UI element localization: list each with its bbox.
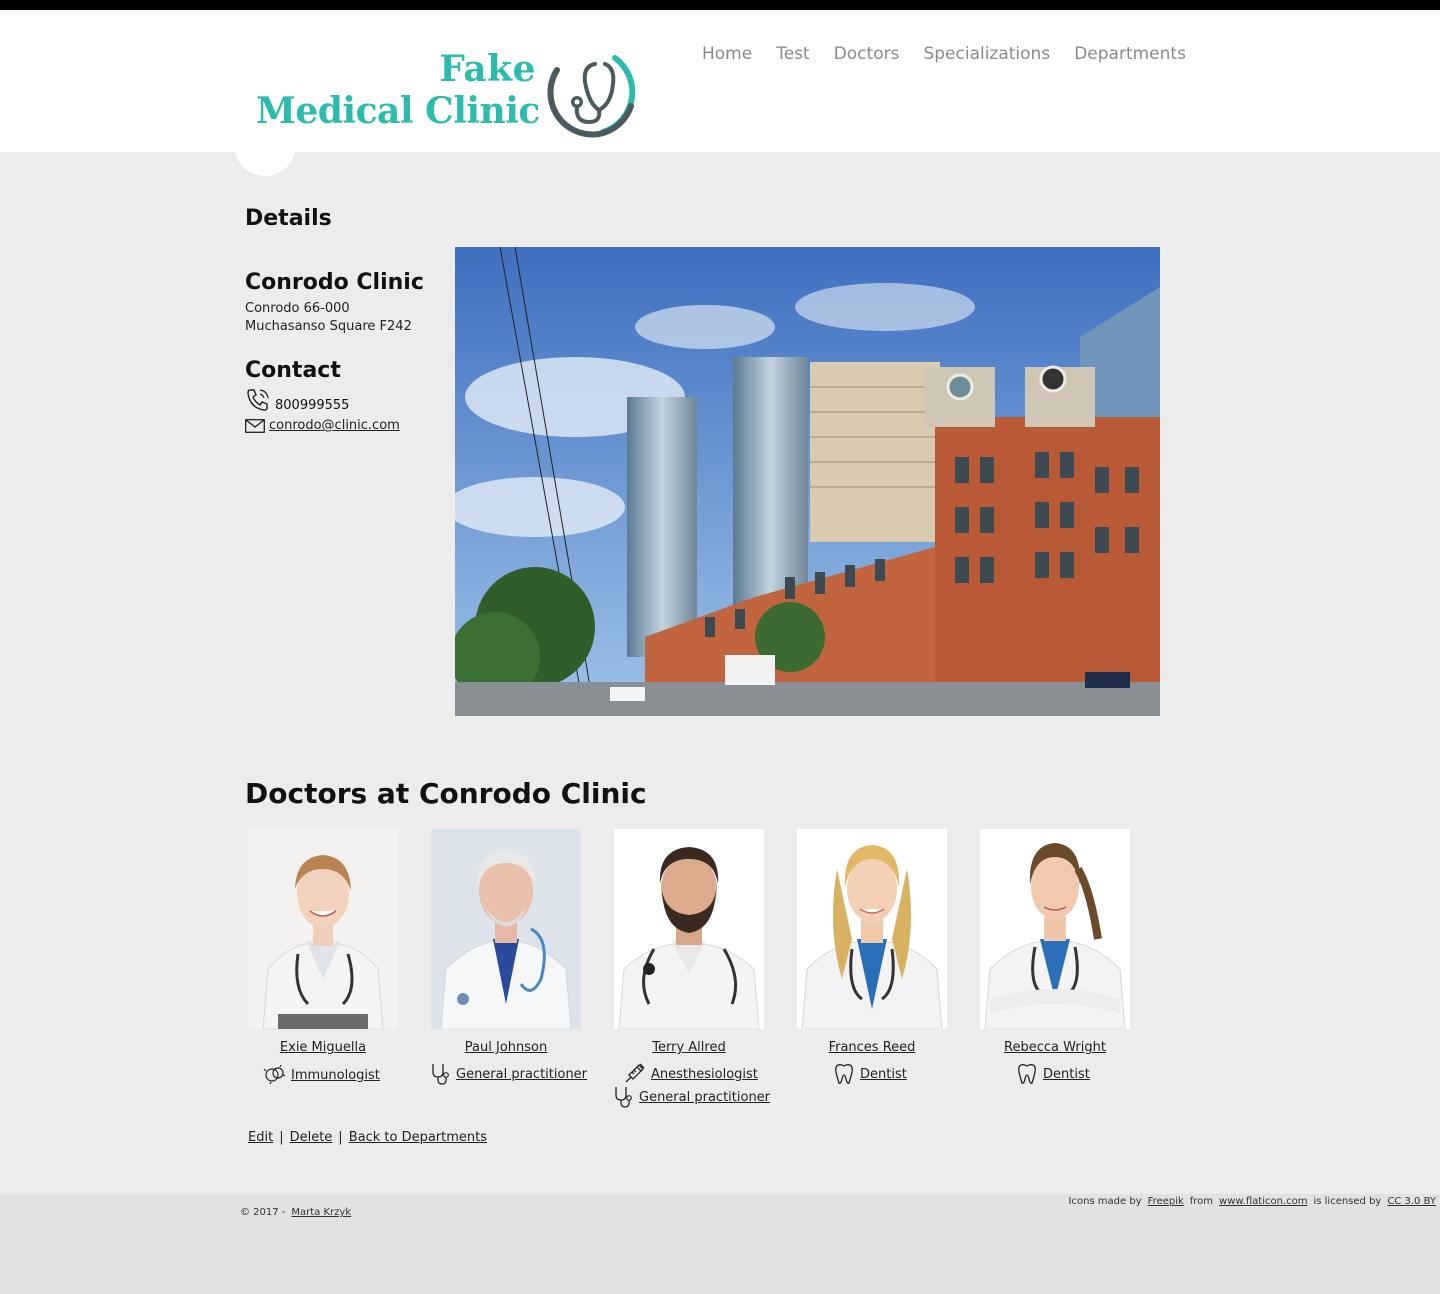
doctor-card: Terry Allred Anesthesiologist General pr… xyxy=(611,829,794,1108)
doctor-card: Exie Miguella Immunologist xyxy=(245,829,428,1085)
nav-departments[interactable]: Departments xyxy=(1074,44,1186,64)
nav-test[interactable]: Test xyxy=(776,44,809,64)
doctor-specialization: Dentist xyxy=(1017,1063,1090,1085)
specialization-link[interactable]: Immunologist xyxy=(291,1068,380,1083)
stethoscope-logo-icon xyxy=(547,55,636,138)
nav-specializations[interactable]: Specializations xyxy=(923,44,1050,64)
back-to-departments-link[interactable]: Back to Departments xyxy=(349,1130,487,1145)
phone-number: 800999555 xyxy=(275,398,350,413)
doctor-photo[interactable] xyxy=(431,829,581,1029)
stethoscope-icon xyxy=(432,1064,449,1085)
page-actions: Edit | Delete | Back to Departments xyxy=(248,1130,487,1145)
doctor-photo[interactable] xyxy=(614,829,764,1029)
specialization-link[interactable]: General practitioner xyxy=(639,1090,770,1105)
nav-home[interactable]: Home xyxy=(702,44,752,64)
delete-link[interactable]: Delete xyxy=(290,1130,333,1145)
license-link[interactable]: CC 3.0 BY xyxy=(1387,1196,1436,1207)
doctor-specialization: General practitioner xyxy=(613,1086,770,1108)
address-line1: Conrodo 66-000 xyxy=(245,301,350,316)
doctors-heading: Doctors at Conrodo Clinic xyxy=(245,777,647,810)
doctor-specialization: General practitioner xyxy=(430,1063,587,1085)
doctor-card: Rebecca Wright Dentist xyxy=(977,829,1160,1084)
doctor-specialization: Immunologist xyxy=(263,1065,380,1085)
flaticon-link[interactable]: www.flaticon.com xyxy=(1219,1196,1307,1207)
credits-from: from xyxy=(1189,1196,1214,1207)
immune-icon xyxy=(263,1065,285,1085)
author-link[interactable]: Marta Krzyk xyxy=(291,1207,351,1218)
copyright: © 2017 - Marta Krzyk xyxy=(240,1207,351,1218)
copyright-text: © 2017 - xyxy=(240,1207,286,1218)
details-heading: Details xyxy=(245,206,332,231)
site-header xyxy=(0,10,1440,152)
icon-credits: Icons made by Freepik from www.flaticon.… xyxy=(1069,1196,1436,1207)
doctor-name-link[interactable]: Paul Johnson xyxy=(428,1040,584,1055)
doctor-photo[interactable] xyxy=(248,829,398,1029)
doctor-name-link[interactable]: Rebecca Wright xyxy=(977,1040,1133,1055)
tooth-icon xyxy=(835,1064,853,1084)
credits-prefix: Icons made by xyxy=(1068,1196,1142,1207)
doctor-photo[interactable] xyxy=(797,829,947,1029)
address-line2: Muchasanso Square F242 xyxy=(245,319,412,334)
specialization-link[interactable]: Dentist xyxy=(1043,1067,1090,1082)
logo-text-fake: Fake xyxy=(439,48,536,90)
separator: | xyxy=(279,1130,284,1145)
specialization-link[interactable]: General practitioner xyxy=(456,1067,587,1082)
contact-heading: Contact xyxy=(245,358,341,383)
doctor-name-link[interactable]: Exie Miguella xyxy=(245,1040,401,1055)
specialization-link[interactable]: Dentist xyxy=(860,1067,907,1082)
email-row: conrodo@clinic.com xyxy=(245,418,400,433)
site-logo[interactable]: Fake Medical Clinic xyxy=(256,38,646,148)
doctor-card: Frances Reed Dentist xyxy=(794,829,977,1084)
doctor-specialization: Anesthesiologist xyxy=(623,1063,758,1085)
top-black-bar xyxy=(0,0,1440,10)
phone-icon xyxy=(247,389,269,411)
clinic-name: Conrodo Clinic xyxy=(245,270,424,295)
syringe-icon xyxy=(625,1063,645,1083)
email-link[interactable]: conrodo@clinic.com xyxy=(269,418,400,433)
doctor-specialization: Dentist xyxy=(834,1063,907,1085)
clinic-building-photo xyxy=(455,247,1160,716)
tooth-icon xyxy=(1018,1064,1036,1084)
doctor-name-link[interactable]: Frances Reed xyxy=(794,1040,950,1055)
site-footer xyxy=(0,1194,1440,1294)
doctor-card: Paul Johnson General practitioner xyxy=(428,829,611,1085)
nav-doctors[interactable]: Doctors xyxy=(834,44,900,64)
main-nav: Home Test Doctors Specializations Depart… xyxy=(690,44,1198,64)
phone-row: 800999555 xyxy=(245,387,349,413)
stethoscope-icon xyxy=(615,1087,632,1108)
edit-link[interactable]: Edit xyxy=(248,1130,273,1145)
freepik-link[interactable]: Freepik xyxy=(1148,1196,1184,1207)
separator: | xyxy=(338,1130,343,1145)
specialization-link[interactable]: Anesthesiologist xyxy=(651,1067,758,1082)
doctor-photo[interactable] xyxy=(980,829,1130,1029)
doctor-name-link[interactable]: Terry Allred xyxy=(611,1040,767,1055)
envelope-icon xyxy=(245,418,265,433)
credits-licensed: is licensed by xyxy=(1313,1196,1382,1207)
logo-text-medical-clinic: Medical Clinic xyxy=(256,90,540,132)
